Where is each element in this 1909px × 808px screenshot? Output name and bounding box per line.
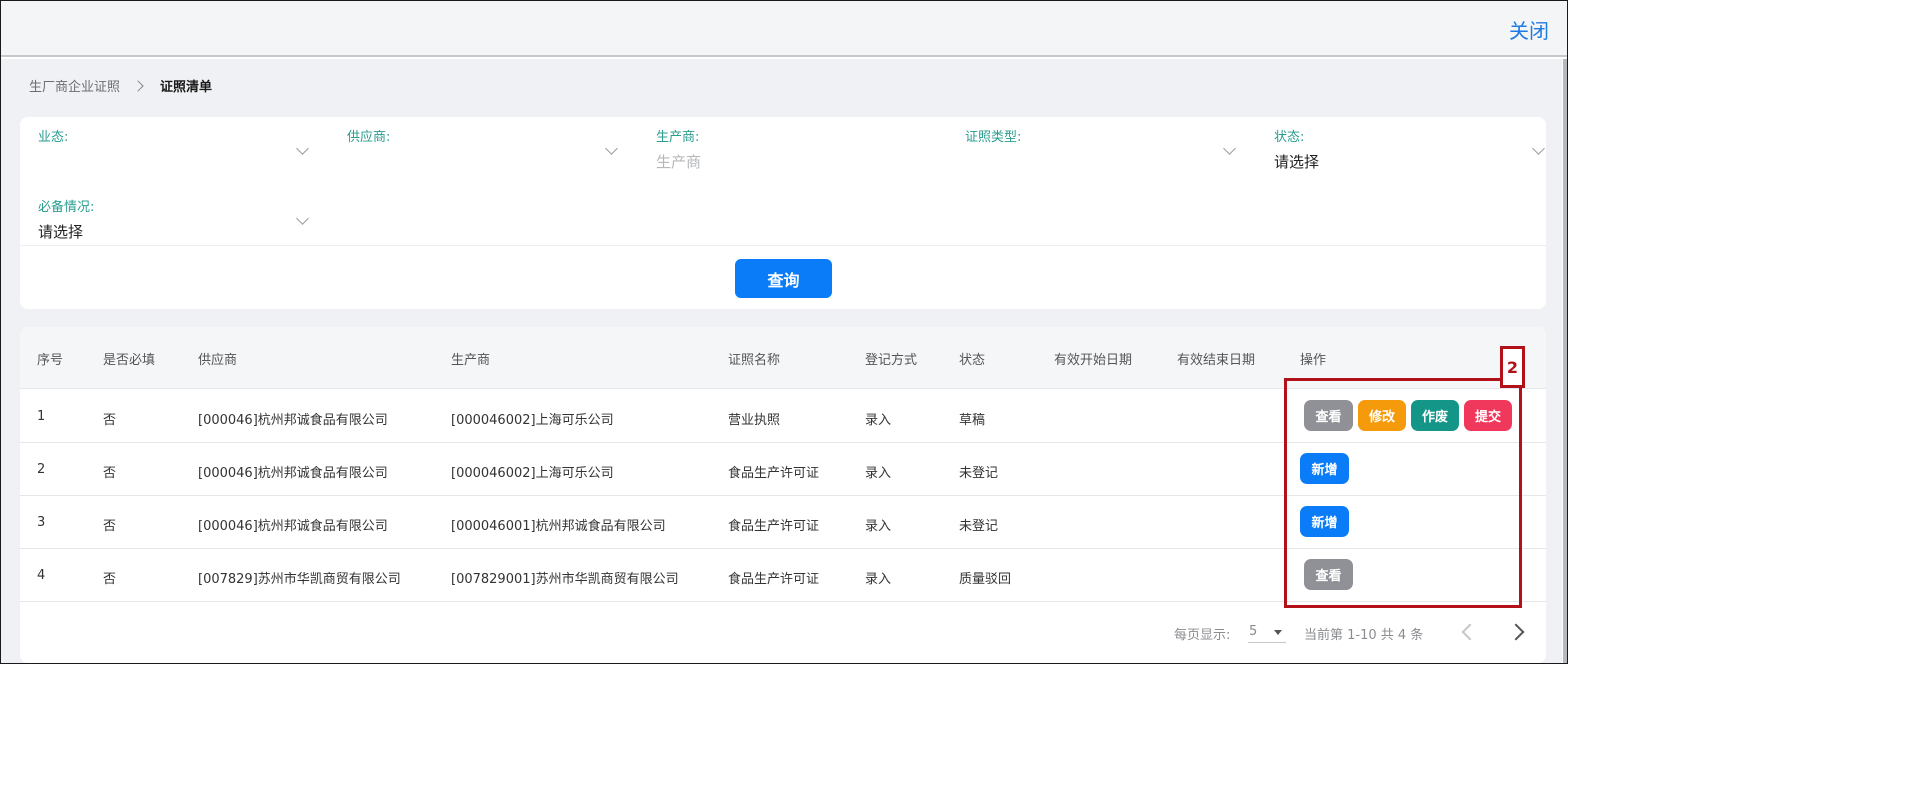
table-header: 序号 是否必填 供应商 生产商 证照名称 登记方式 状态 有效开始日期 有效结束… (20, 327, 1546, 389)
table-row: 1 否 [000046]杭州邦诚食品有限公司 [000046002]上海可乐公司… (20, 390, 1546, 443)
cell-supplier: [000046]杭州邦诚食品有限公司 (198, 519, 388, 534)
filter-license-type[interactable]: 证照类型: (965, 126, 1240, 176)
edit-button[interactable]: 修改 (1358, 400, 1406, 431)
cell-required: 否 (103, 572, 117, 587)
filter-required-value: 请选择 (38, 223, 84, 241)
cell-seq: 4 (37, 568, 46, 583)
cell-seq: 2 (37, 462, 46, 477)
column-header-license-name: 证照名称 (728, 353, 781, 368)
filter-business-type-label: 业态: (38, 130, 69, 145)
prev-page-icon[interactable] (1461, 623, 1479, 641)
table-row: 3 否 [000046]杭州邦诚食品有限公司 [000046001]杭州邦诚食品… (20, 496, 1546, 549)
filter-divider (20, 245, 1546, 246)
cell-manufacturer: [000046002]上海可乐公司 (451, 466, 614, 481)
table-row: 4 否 [007829]苏州市华凯商贸有限公司 [007829001]苏州市华凯… (20, 549, 1546, 602)
filter-manufacturer-label: 生产商: (656, 130, 700, 145)
filter-supplier-label: 供应商: (347, 130, 391, 145)
cell-supplier: [007829]苏州市华凯商贸有限公司 (198, 572, 401, 587)
filter-status[interactable]: 状态: 请选择 (1274, 126, 1549, 176)
column-header-supplier: 供应商 (198, 353, 238, 368)
cell-register-method: 录入 (865, 413, 892, 428)
column-header-register-method: 登记方式 (865, 353, 918, 368)
pagination: 每页显示: 5 当前第 1-10 共 4 条 (20, 617, 1546, 647)
annotation-label: 2 (1500, 346, 1525, 388)
cell-seq: 1 (37, 409, 46, 424)
filter-panel: 业态: 供应商: 生产商: 生产商 证照类型: 状态: 请选择 必备情况: 请选… (20, 117, 1546, 309)
add-button[interactable]: 新增 (1300, 506, 1349, 537)
cell-license-name: 食品生产许可证 (728, 466, 820, 481)
table-row: 2 否 [000046]杭州邦诚食品有限公司 [000046002]上海可乐公司… (20, 443, 1546, 496)
cell-status: 质量驳回 (959, 572, 1012, 587)
cell-license-name: 营业执照 (728, 413, 781, 428)
cell-supplier: [000046]杭州邦诚食品有限公司 (198, 413, 388, 428)
filter-required[interactable]: 必备情况: 请选择 (38, 196, 313, 246)
cell-required: 否 (103, 413, 117, 428)
query-button[interactable]: 查询 (735, 259, 832, 298)
filter-status-label: 状态: (1274, 130, 1305, 145)
column-header-seq: 序号 (37, 353, 64, 368)
scrollbar[interactable] (1563, 59, 1567, 663)
cell-status: 未登记 (959, 466, 999, 481)
top-bar: 关闭 (1, 1, 1567, 57)
license-table: 序号 是否必填 供应商 生产商 证照名称 登记方式 状态 有效开始日期 有效结束… (20, 327, 1546, 663)
breadcrumb-current: 证照清单 (160, 80, 213, 95)
close-link[interactable]: 关闭 (1509, 15, 1549, 44)
column-header-manufacturer: 生产商 (451, 353, 491, 368)
view-button[interactable]: 查看 (1304, 559, 1353, 590)
cell-status: 草稿 (959, 413, 986, 428)
column-header-end-date: 有效结束日期 (1177, 353, 1256, 368)
page-info: 当前第 1-10 共 4 条 (1304, 628, 1424, 643)
cell-manufacturer: [007829001]苏州市华凯商贸有限公司 (451, 572, 679, 587)
cell-register-method: 录入 (865, 572, 892, 587)
breadcrumb-parent[interactable]: 生厂商企业证照 (29, 76, 120, 95)
per-page-select[interactable]: 5 (1248, 621, 1286, 643)
filter-license-type-label: 证照类型: (965, 130, 1022, 145)
breadcrumb: 生厂商企业证照 证照清单 (29, 76, 212, 95)
column-header-actions: 操作 (1300, 353, 1327, 368)
per-page-label: 每页显示: (1174, 628, 1231, 643)
submit-button[interactable]: 提交 (1464, 400, 1512, 431)
breadcrumb-separator-icon (132, 79, 144, 92)
filter-required-label: 必备情况: (38, 200, 95, 215)
view-button[interactable]: 查看 (1304, 400, 1353, 431)
filter-manufacturer[interactable]: 生产商: 生产商 (656, 126, 931, 176)
cell-required: 否 (103, 519, 117, 534)
per-page-value: 5 (1249, 624, 1258, 639)
cell-register-method: 录入 (865, 466, 892, 481)
cell-license-name: 食品生产许可证 (728, 519, 820, 534)
caret-down-icon (1274, 630, 1282, 635)
column-header-status: 状态 (959, 353, 986, 368)
cell-status: 未登记 (959, 519, 999, 534)
add-button[interactable]: 新增 (1300, 453, 1349, 484)
cell-manufacturer: [000046001]杭州邦诚食品有限公司 (451, 519, 666, 534)
filter-supplier[interactable]: 供应商: (347, 126, 622, 176)
cell-manufacturer: [000046002]上海可乐公司 (451, 413, 614, 428)
cell-supplier: [000046]杭州邦诚食品有限公司 (198, 466, 388, 481)
void-button[interactable]: 作废 (1411, 400, 1459, 431)
main-content: 生厂商企业证照 证照清单 业态: 供应商: 生产商: 生产商 证照类型: 状态:… (1, 59, 1562, 663)
cell-register-method: 录入 (865, 519, 892, 534)
filter-status-value: 请选择 (1274, 153, 1320, 171)
filter-business-type[interactable]: 业态: (38, 126, 313, 176)
filter-manufacturer-input[interactable]: 生产商 (656, 151, 931, 172)
cell-license-name: 食品生产许可证 (728, 572, 820, 587)
column-header-required: 是否必填 (103, 353, 156, 368)
column-header-start-date: 有效开始日期 (1054, 353, 1133, 368)
cell-required: 否 (103, 466, 117, 481)
next-page-icon[interactable] (1507, 623, 1525, 641)
cell-seq: 3 (37, 515, 46, 530)
